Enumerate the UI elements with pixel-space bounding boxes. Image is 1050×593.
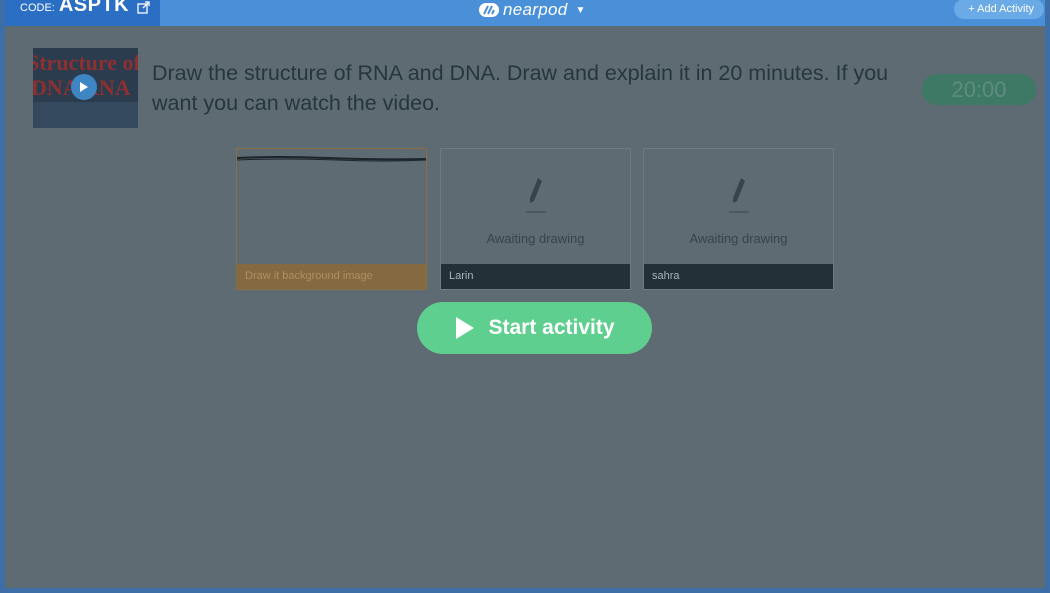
play-icon xyxy=(456,317,475,339)
thumbnail-title-line1: Structure of xyxy=(33,50,138,75)
add-activity-button[interactable]: + Add Activity xyxy=(954,0,1044,19)
card-caption: sahra xyxy=(644,264,833,289)
share-icon[interactable] xyxy=(137,0,151,14)
awaiting-status: Awaiting drawing xyxy=(689,231,788,246)
join-code-box[interactable]: CODE: ASPTK xyxy=(0,0,160,29)
drawing-card-background[interactable]: Draw it background image xyxy=(236,148,427,290)
card-caption: Larin xyxy=(441,264,630,289)
drawing-preview xyxy=(237,156,426,162)
start-activity-button[interactable]: Start activity xyxy=(417,302,652,354)
video-thumbnail[interactable]: Structure of DNA RNA xyxy=(33,48,138,128)
drawing-card-larin[interactable]: Awaiting drawing Larin xyxy=(440,148,631,290)
awaiting-status: Awaiting drawing xyxy=(486,231,585,246)
code-label: CODE: xyxy=(20,2,55,14)
frame-border xyxy=(0,588,1050,593)
thumbnail-strip xyxy=(33,102,138,128)
pencil-icon xyxy=(526,178,546,213)
timer-badge[interactable]: 20:00 xyxy=(922,74,1036,105)
start-activity-label: Start activity xyxy=(488,316,615,339)
brand-name: nearpod xyxy=(503,0,568,19)
frame-border xyxy=(1045,0,1050,593)
card-caption: Draw it background image xyxy=(237,264,426,289)
frame-border xyxy=(0,0,5,593)
nearpod-logo-icon xyxy=(479,3,499,17)
join-code: ASPTK xyxy=(58,0,130,16)
brand-menu[interactable]: nearpod ▼ xyxy=(479,0,585,20)
pencil-icon xyxy=(729,178,749,213)
activity-overlay: Structure of DNA RNA Draw the structure … xyxy=(5,26,1045,588)
play-icon[interactable] xyxy=(71,74,97,100)
chevron-down-icon: ▼ xyxy=(575,4,586,16)
drawing-card-sahra[interactable]: Awaiting drawing sahra xyxy=(643,148,834,290)
top-bar: CODE: ASPTK nearpod ▼ + Add Activity xyxy=(0,0,1050,29)
activity-prompt: Draw the structure of RNA and DNA. Draw … xyxy=(152,61,889,115)
